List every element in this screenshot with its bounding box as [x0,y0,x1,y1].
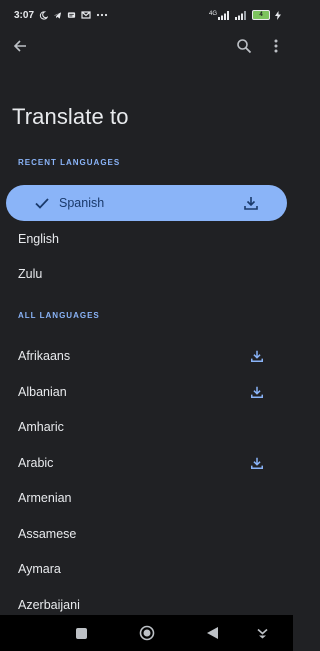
more-options-button[interactable] [262,32,290,60]
status-left: 3:07 [14,10,108,21]
language-item-assamese[interactable]: Assamese [0,517,293,551]
status-bar: 3:07 4G 4 [0,0,293,30]
download-icon[interactable] [249,348,265,364]
language-name: English [18,232,59,246]
download-icon[interactable] [249,455,265,471]
telegram-icon [53,11,62,20]
home-circle-icon [139,625,155,641]
message-icon [67,11,76,20]
language-name: Aymara [18,562,61,576]
language-name: Armenian [18,491,72,505]
charging-icon [275,10,281,20]
recent-languages-header: RECENT LANGUAGES [18,158,121,167]
language-name: Azerbaijani [18,598,80,612]
back-nav-button[interactable] [203,624,221,642]
language-name: Arabic [18,456,54,470]
check-icon [34,195,50,211]
language-name: Assamese [18,527,77,541]
page-title: Translate to [12,104,129,129]
language-name: Afrikaans [18,349,71,363]
moon-icon [39,10,49,20]
language-item-selected[interactable]: Spanish [6,185,287,221]
battery-icon: 4 [252,10,270,20]
search-icon [236,38,252,54]
language-item-amharic[interactable]: Amharic [0,410,293,444]
language-name: Spanish [59,196,105,210]
system-navigation-bar [0,615,293,651]
triangle-back-icon [206,627,218,639]
language-item-english[interactable]: English [0,222,293,256]
download-icon[interactable] [249,384,265,400]
more-vertical-icon [274,39,278,53]
home-button[interactable] [137,623,157,643]
square-icon [75,627,87,639]
language-item-arabic[interactable]: Arabic [0,446,293,480]
recents-button[interactable] [72,624,90,642]
signal-icon: 4G [208,10,230,20]
language-item-armenian[interactable]: Armenian [0,481,293,515]
network-type: 4G [208,10,217,17]
language-item-aymara[interactable]: Aymara [0,552,293,586]
chevron-down-icon [256,628,268,639]
language-name: Amharic [18,420,64,434]
back-button[interactable] [6,32,34,60]
search-button[interactable] [230,32,258,60]
language-name: Zulu [18,267,43,281]
top-app-bar [0,30,293,64]
signal-icon-2 [235,10,247,20]
all-languages-header: ALL LANGUAGES [18,311,100,320]
language-item-afrikaans[interactable]: Afrikaans [0,339,293,373]
more-notifications-icon [96,13,108,17]
download-icon[interactable] [243,195,259,211]
keyboard-hide-button[interactable] [253,624,271,642]
language-item-albanian[interactable]: Albanian [0,375,293,409]
status-right: 4G 4 [209,10,281,20]
language-item-zulu[interactable]: Zulu [0,257,293,291]
status-time: 3:07 [14,9,35,21]
language-name: Albanian [18,385,67,399]
gmail-icon [81,11,91,19]
arrow-left-icon [12,38,28,54]
